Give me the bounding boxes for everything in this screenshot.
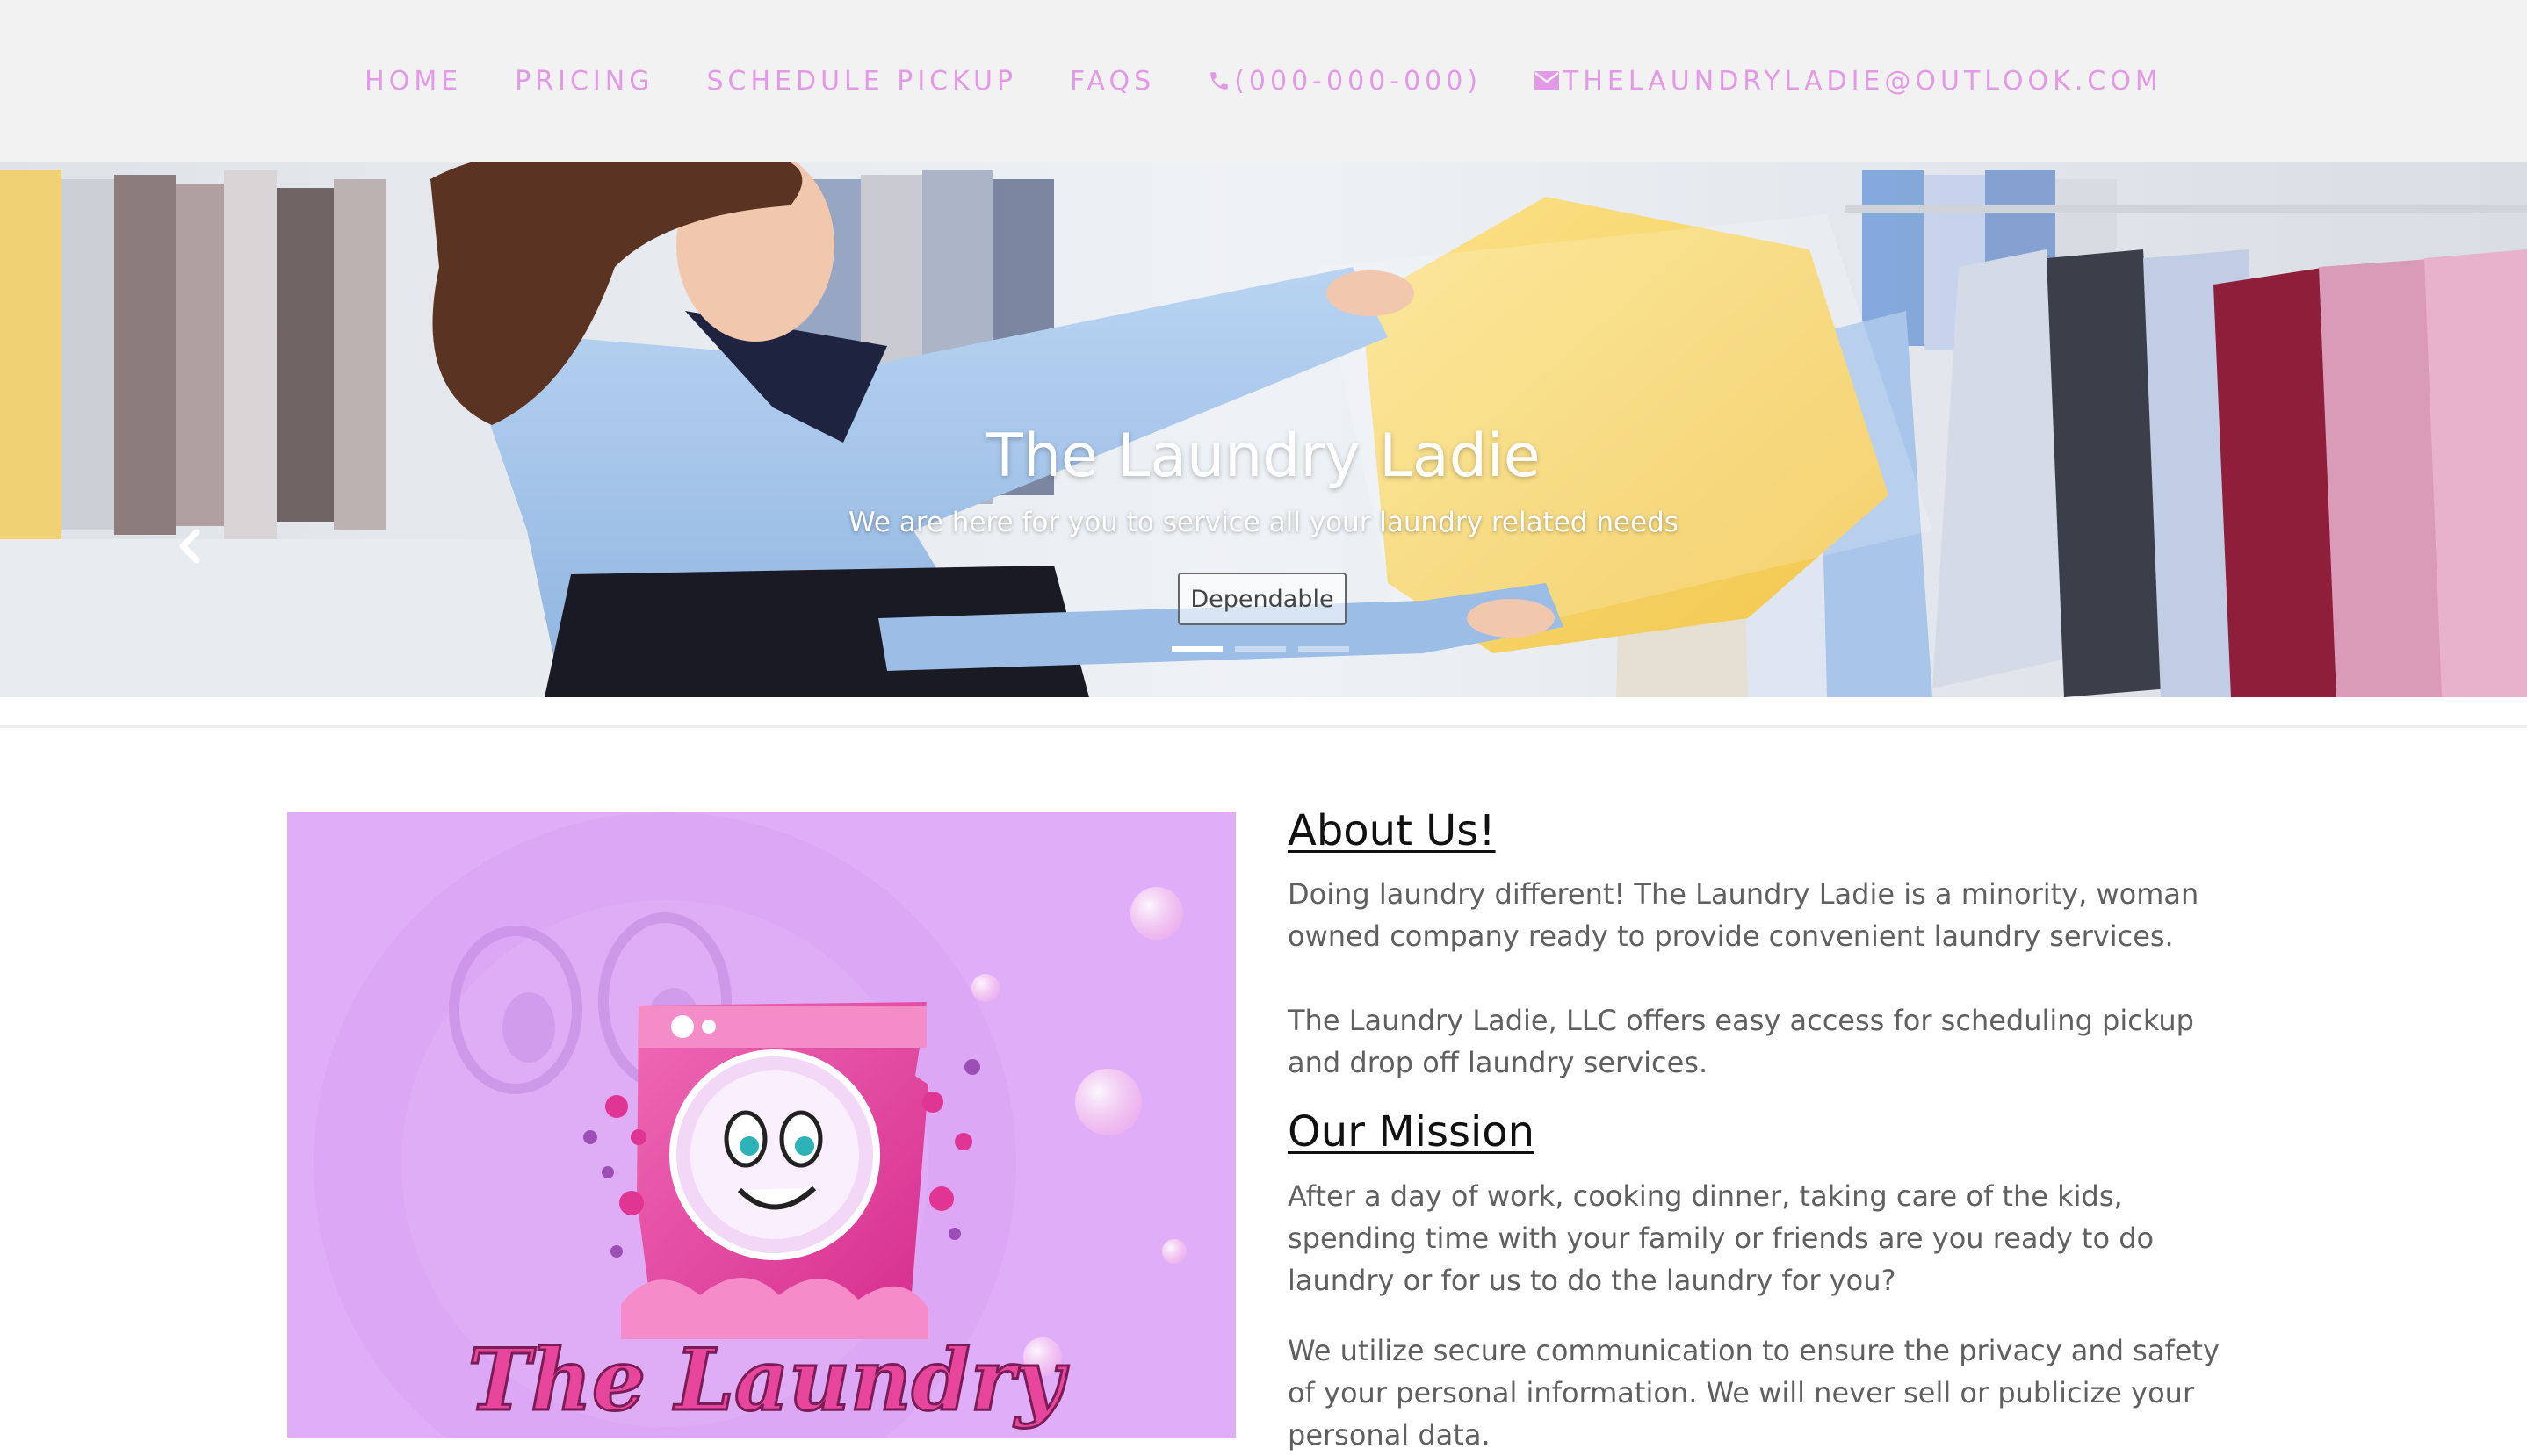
nav-schedule-pickup-label: SCHEDULE PICKUP xyxy=(706,65,1018,97)
nav-schedule-pickup-link[interactable]: SCHEDULE PICKUP xyxy=(706,66,1017,97)
carousel-indicators xyxy=(1172,646,1349,652)
about-heading: About Us! xyxy=(1288,806,1496,855)
laundry-ladie-logo-image: The Laundry xyxy=(287,812,1236,1438)
carousel-indicator-2[interactable] xyxy=(1235,646,1286,652)
nav-email-label: THELAUNDRYLADIE@OUTLOOK.COM xyxy=(1563,65,2162,97)
hero-subtitle: We are here for you to service all your … xyxy=(848,507,1679,538)
nav-faqs-link[interactable]: FAQS xyxy=(1070,66,1155,97)
nav-email-link[interactable]: THELAUNDRYLADIE@OUTLOOK.COM xyxy=(1534,66,2162,97)
phone-icon xyxy=(1210,72,1228,90)
logo-wordmark: The Laundry xyxy=(468,1330,1070,1430)
logo-artwork: The Laundry xyxy=(287,812,1236,1438)
mission-paragraph-1: After a day of work, cooking dinner, tak… xyxy=(1288,1179,2155,1297)
hero-dependable-button[interactable]: Dependable xyxy=(1178,573,1347,625)
mission-heading: Our Mission xyxy=(1288,1107,1535,1157)
envelope-icon xyxy=(1534,71,1560,90)
nav-list: HOME PRICING SCHEDULE PICKUP FAQS (000-0… xyxy=(338,66,2189,97)
mission-paragraph-2: We utilize secure communication to ensur… xyxy=(1288,1334,2220,1452)
top-navbar: HOME PRICING SCHEDULE PICKUP FAQS (000-0… xyxy=(0,0,2527,162)
nav-phone-label: (000-000-000) xyxy=(1234,65,1483,97)
about-paragraph-1: Doing laundry different! The Laundry Lad… xyxy=(1288,877,2199,953)
hero-title: The Laundry Ladie xyxy=(986,422,1541,491)
carousel-indicator-3[interactable] xyxy=(1298,646,1349,652)
carousel-indicator-1[interactable] xyxy=(1172,646,1223,652)
nav-home-link[interactable]: HOME xyxy=(365,66,462,97)
nav-faqs-label: FAQS xyxy=(1070,65,1156,97)
about-paragraph-2: The Laundry Ladie, LLC offers easy acces… xyxy=(1288,1004,2194,1079)
nav-phone-link[interactable]: (000-000-000) xyxy=(1208,66,1482,97)
nav-pricing-link[interactable]: PRICING xyxy=(515,66,653,97)
nav-home-label: HOME xyxy=(365,65,463,97)
nav-pricing-label: PRICING xyxy=(515,65,654,97)
section-divider xyxy=(0,725,2527,728)
